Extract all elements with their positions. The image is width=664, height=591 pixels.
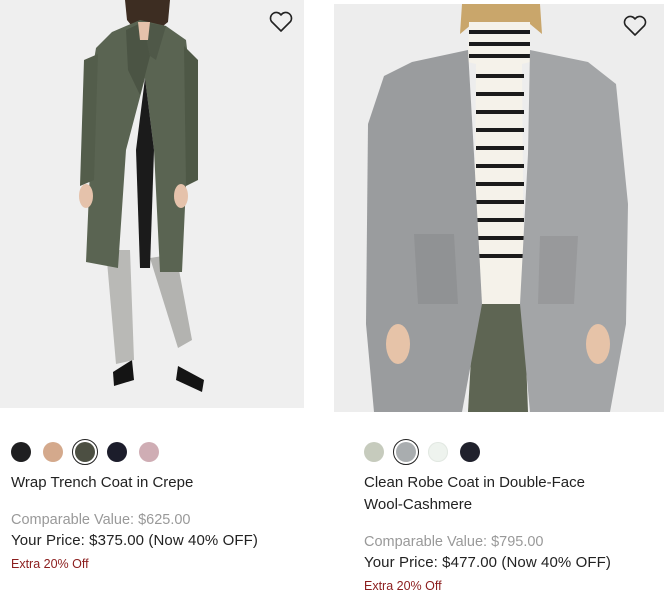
- color-swatch[interactable]: [43, 442, 63, 462]
- color-swatch[interactable]: [11, 442, 31, 462]
- color-swatch[interactable]: [364, 442, 384, 462]
- extra-discount-badge: Extra 20% Off: [364, 579, 442, 591]
- extra-discount-badge: Extra 20% Off: [11, 557, 89, 571]
- product-photo: [334, 4, 664, 412]
- color-swatch[interactable]: [428, 442, 448, 462]
- comparable-value: Comparable Value: $625.00: [11, 512, 191, 528]
- color-swatch[interactable]: [139, 442, 159, 462]
- color-swatch[interactable]: [393, 439, 419, 465]
- product-card[interactable]: Wrap Trench Coat in Crepe Comparable Val…: [0, 0, 304, 571]
- heart-outline-icon[interactable]: [268, 10, 294, 34]
- comparable-value: Comparable Value: $795.00: [364, 534, 544, 550]
- color-swatch[interactable]: [460, 442, 480, 462]
- color-swatch[interactable]: [107, 442, 127, 462]
- product-photo: [0, 0, 304, 408]
- product-card[interactable]: Clean Robe Coat in Double-Face Wool-Cash…: [334, 0, 664, 591]
- heart-outline-icon[interactable]: [622, 14, 648, 38]
- product-name[interactable]: Clean Robe Coat in Double-Face Wool-Cash…: [364, 472, 624, 516]
- product-image[interactable]: [0, 0, 304, 408]
- your-price: Your Price: $375.00 (Now 40% OFF): [11, 532, 259, 549]
- product-image[interactable]: [334, 4, 664, 412]
- color-swatch[interactable]: [72, 439, 98, 465]
- product-name[interactable]: Wrap Trench Coat in Crepe: [11, 472, 301, 494]
- price-block: Comparable Value: $625.00 Your Price: $3…: [11, 510, 258, 575]
- color-swatches: [364, 439, 492, 465]
- your-price: Your Price: $477.00 (Now 40% OFF): [364, 554, 612, 571]
- color-swatches: [11, 439, 171, 465]
- price-block: Comparable Value: $795.00 Your Price: $4…: [364, 532, 611, 591]
